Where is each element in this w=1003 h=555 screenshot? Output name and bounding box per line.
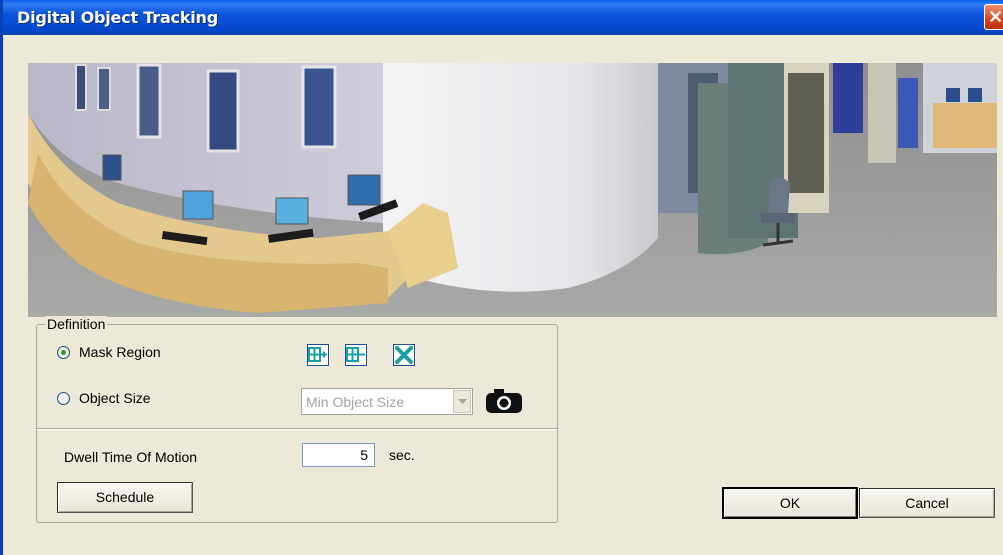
camera-icon[interactable]: [485, 388, 523, 414]
add-region-button[interactable]: [307, 344, 329, 366]
chevron-down-icon[interactable]: [453, 390, 471, 413]
dialog-window: Digital Object Tracking ✕ Definition Mas…: [0, 0, 1003, 555]
definition-legend: Definition: [45, 316, 108, 332]
remove-region-icon: [346, 347, 365, 362]
schedule-button[interactable]: Schedule: [57, 482, 193, 513]
close-icon: ✕: [987, 7, 1003, 27]
cancel-button[interactable]: Cancel: [859, 488, 995, 518]
object-size-select[interactable]: Min Object Size: [301, 388, 473, 415]
close-button[interactable]: ✕: [984, 4, 1003, 30]
panorama-camera-view[interactable]: [28, 63, 997, 317]
group-divider: [37, 428, 557, 430]
remove-region-button[interactable]: [345, 344, 367, 366]
dwell-time-label: Dwell Time Of Motion: [64, 449, 198, 465]
mask-region-label: Mask Region: [79, 344, 161, 360]
add-region-icon: [308, 347, 327, 362]
dwell-time-unit: sec.: [389, 447, 415, 463]
object-size-option[interactable]: Object Size: [57, 390, 151, 406]
dwell-time-input[interactable]: 5: [302, 443, 375, 467]
object-size-select-value: Min Object Size: [306, 394, 405, 410]
clear-region-icon: [395, 346, 413, 364]
panorama-image: [28, 63, 997, 317]
object-size-label: Object Size: [79, 390, 151, 406]
window-title: Digital Object Tracking: [17, 8, 218, 27]
title-bar[interactable]: Digital Object Tracking ✕: [3, 0, 1003, 35]
clear-region-button[interactable]: [393, 344, 415, 366]
object-size-radio[interactable]: [57, 391, 70, 405]
mask-region-radio[interactable]: [57, 345, 70, 359]
mask-region-option[interactable]: Mask Region: [57, 344, 161, 360]
ok-button[interactable]: OK: [723, 488, 857, 518]
